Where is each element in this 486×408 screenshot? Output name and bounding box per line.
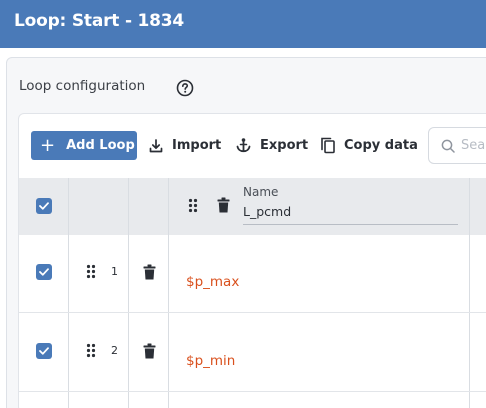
column-drag-handle-icon[interactable]: [188, 198, 198, 213]
copy-data-label: Copy data: [344, 138, 418, 153]
checkmark-icon: [39, 202, 49, 210]
column-divider: [168, 178, 169, 408]
import-button[interactable]: Import: [148, 131, 221, 160]
column-divider: [68, 178, 69, 408]
add-loop-label: Add Loop: [66, 138, 135, 153]
row-divider: [19, 391, 486, 392]
row-checkbox[interactable]: [36, 264, 52, 280]
search-placeholder: Sea: [461, 138, 486, 153]
row-index: 2: [111, 344, 118, 357]
delete-column-icon[interactable]: [217, 197, 230, 213]
row-index: 1: [111, 265, 118, 278]
row-drag-handle-icon[interactable]: [86, 264, 96, 279]
window-title: Loop: Start - 1834: [14, 11, 185, 31]
row-drag-handle-icon[interactable]: [86, 343, 96, 358]
search-icon: [441, 139, 455, 153]
copy-icon: [321, 137, 335, 154]
plus-icon: +: [40, 134, 56, 156]
search-input[interactable]: Sea: [428, 127, 486, 164]
column-divider: [128, 178, 129, 408]
copy-data-button[interactable]: Copy data: [320, 131, 418, 160]
select-all-checkbox[interactable]: [36, 198, 52, 214]
window-titlebar: Loop: Start - 1834: [0, 0, 486, 48]
delete-row-icon[interactable]: [143, 343, 156, 359]
import-label: Import: [172, 138, 222, 153]
row-value-cell[interactable]: $p_max: [186, 274, 239, 290]
column-name-input[interactable]: L_pcmd: [243, 201, 458, 225]
column-divider: [469, 178, 470, 408]
export-label: Export: [260, 138, 309, 153]
checkmark-icon: [39, 268, 49, 276]
delete-row-icon[interactable]: [143, 264, 156, 280]
row-value-cell[interactable]: $p_min: [186, 353, 235, 369]
column-name-label: Name: [243, 185, 279, 199]
anchor-icon: [236, 138, 251, 153]
checkmark-icon: [39, 347, 49, 355]
section-title: Loop configuration: [19, 78, 146, 94]
row-checkbox[interactable]: [36, 343, 52, 359]
row-divider: [19, 312, 486, 313]
export-button[interactable]: Export: [235, 131, 308, 160]
question-circle-icon[interactable]: [176, 79, 194, 97]
add-loop-button[interactable]: + Add Loop: [31, 131, 137, 160]
import-icon: [149, 138, 163, 152]
